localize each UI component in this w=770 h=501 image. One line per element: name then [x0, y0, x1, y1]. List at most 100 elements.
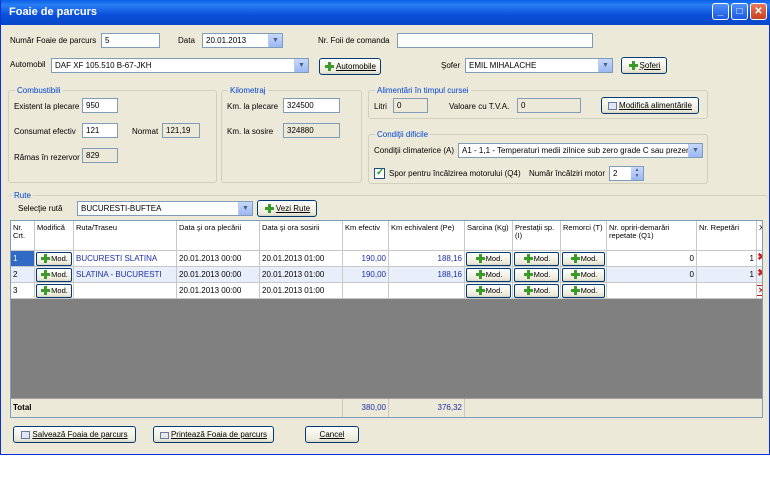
col-repetari[interactable]: Nr. Repetări	[697, 221, 757, 251]
col-opriri[interactable]: Nr. opriri-demarări repetate (Q1)	[607, 221, 697, 251]
cancel-button[interactable]: Cancel	[305, 426, 359, 443]
nr-comanda-label: Nr. Foii de comanda	[318, 36, 390, 45]
numar-incalziri-label: Număr încălziri motor	[529, 169, 606, 178]
consumat-input[interactable]: 121	[82, 123, 118, 138]
cell-prestatii: Mod.	[513, 251, 561, 267]
numar-incalziri-spinner[interactable]: 2 ▲ ▼	[609, 166, 644, 181]
table-row[interactable]: 3 Mod. 20.01.2013 00:00 20.01.2013 01:00…	[11, 283, 762, 299]
minimize-button[interactable]: _	[712, 3, 729, 20]
minimize-icon: _	[717, 6, 724, 17]
col-plecare[interactable]: Data şi ora plecării	[177, 221, 260, 251]
automobil-select[interactable]: DAF XF 105.510 B-67-JKH ▼	[51, 58, 309, 73]
automobile-button[interactable]: Automobile	[319, 58, 381, 75]
col-sarcina[interactable]: Sarcina (Kg)	[465, 221, 513, 251]
col-km-efectiv[interactable]: Km efectiv	[343, 221, 389, 251]
existent-input[interactable]: 950	[82, 98, 118, 113]
spor-checkbox[interactable]: ✓	[374, 167, 385, 179]
add-icon	[523, 253, 533, 263]
cell-sosire: 20.01.2013 01:00	[260, 283, 343, 299]
soferi-button[interactable]: Şoferi	[621, 57, 667, 74]
rute-grid[interactable]: Nr. Crt. Modifică Ruta/Traseu Data şi or…	[10, 220, 763, 418]
cell-delete: ✕	[757, 283, 762, 299]
modifica-alimentari-button[interactable]: Modifică alimentările	[601, 97, 699, 114]
checkmark-icon: ✓	[376, 167, 385, 178]
title-bar[interactable]: Foaie de parcurs _ □ ✕	[1, 0, 770, 25]
sarcina-mod-button[interactable]: Mod.	[466, 252, 511, 266]
delete-icon[interactable]: ✖	[757, 269, 762, 280]
cell-km-echivalent: 188,16	[389, 251, 465, 267]
modifica-row-button[interactable]: Mod.	[36, 252, 72, 266]
col-delete[interactable]: X	[757, 221, 762, 251]
chevron-down-icon[interactable]: ▼	[238, 202, 252, 215]
add-icon	[264, 203, 274, 213]
prestatii-mod-button[interactable]: Mod.	[514, 252, 559, 266]
chevron-down-icon[interactable]: ▼	[294, 59, 308, 72]
modifica-row-button[interactable]: Mod.	[36, 268, 72, 282]
selectie-ruta-select[interactable]: BUCURESTI-BUFTEA ▼	[77, 201, 253, 216]
printeaza-button[interactable]: Printează Foaia de parcurs	[153, 426, 274, 443]
sofer-label: Şofer	[441, 61, 461, 70]
litri-value: 0	[393, 98, 428, 113]
add-icon	[40, 269, 51, 279]
modifica-row-button[interactable]: Mod.	[36, 284, 72, 298]
sarcina-mod-button[interactable]: Mod.	[466, 284, 511, 298]
existent-label: Existent la plecare	[14, 102, 80, 111]
chevron-down-icon[interactable]: ▼	[688, 144, 702, 157]
spin-arrows-icon[interactable]: ▲ ▼	[631, 167, 643, 180]
cell-remorci: Mod.	[561, 267, 607, 283]
col-sosire[interactable]: Data şi ora sosirii	[260, 221, 343, 251]
add-icon	[523, 285, 533, 295]
add-icon	[570, 253, 580, 263]
close-button[interactable]: ✕	[750, 3, 767, 20]
climatice-value: A1 - 1,1 - Temperaturi medii zilnice sub…	[462, 146, 691, 155]
consumat-label: Consumat efectiv	[14, 127, 76, 136]
cell-plecare: 20.01.2013 00:00	[177, 267, 260, 283]
climatice-label: Condiţii climaterice (A)	[374, 146, 455, 155]
add-icon	[570, 285, 580, 295]
col-nr-crt[interactable]: Nr. Crt.	[11, 221, 35, 251]
chevron-down-icon[interactable]: ▼	[268, 34, 282, 47]
col-modifica[interactable]: Modifică	[35, 221, 74, 251]
sofer-select[interactable]: EMIL MIHALACHE ▼	[465, 58, 613, 73]
remorci-mod-button[interactable]: Mod.	[562, 268, 605, 282]
salveaza-button[interactable]: Salvează Foaia de parcurs	[13, 426, 136, 443]
table-row[interactable]: 2 Mod. SLATINA - BUCURESTI 20.01.2013 00…	[11, 267, 762, 283]
maximize-button[interactable]: □	[731, 3, 748, 20]
cell-nr: 1	[11, 251, 35, 267]
grid-total-row: Total 380,00 376,32	[11, 398, 762, 417]
add-icon	[40, 253, 51, 263]
selectie-ruta-label: Selecţie rută	[18, 204, 63, 213]
delete-icon[interactable]: ✖	[757, 253, 762, 264]
nr-comanda-input[interactable]	[397, 33, 593, 48]
col-prestatii[interactable]: Prestaţii sp. (I)	[513, 221, 561, 251]
litri-label: Litri	[374, 102, 387, 111]
cell-sosire: 20.01.2013 01:00	[260, 267, 343, 283]
add-icon	[523, 269, 533, 279]
cell-km-echivalent	[389, 283, 465, 299]
cell-plecare: 20.01.2013 00:00	[177, 251, 260, 267]
prestatii-mod-button[interactable]: Mod.	[514, 284, 559, 298]
data-picker[interactable]: 20.01.2013 ▼	[202, 33, 283, 48]
cell-sarcina: Mod.	[465, 267, 513, 283]
vezi-rute-button[interactable]: Vezi Rute	[257, 200, 317, 217]
col-ruta[interactable]: Ruta/Traseu	[74, 221, 177, 251]
prestatii-mod-button[interactable]: Mod.	[514, 268, 559, 282]
remorci-mod-button[interactable]: Mod.	[562, 252, 605, 266]
table-row[interactable]: 1 Mod. BUCURESTI SLATINA 20.01.2013 00:0…	[11, 251, 762, 267]
climatice-select[interactable]: A1 - 1,1 - Temperaturi medii zilnice sub…	[458, 143, 703, 158]
sarcina-mod-button[interactable]: Mod.	[466, 268, 511, 282]
col-remorci[interactable]: Remorci (T)	[561, 221, 607, 251]
cell-repetari: 1	[697, 251, 757, 267]
cell-nr: 3	[11, 283, 35, 299]
km-plecare-input[interactable]: 324500	[283, 98, 340, 113]
add-icon	[628, 60, 638, 70]
delete-icon[interactable]: ✕	[757, 285, 762, 296]
nr-foaie-input[interactable]: 5	[101, 33, 160, 48]
edit-icon	[608, 102, 618, 110]
remorci-mod-button[interactable]: Mod.	[562, 284, 605, 298]
cell-repetari	[697, 283, 757, 299]
cell-km-efectiv: 190,00	[343, 251, 389, 267]
col-km-echivalent[interactable]: Km echivalent (Pe)	[389, 221, 465, 251]
chevron-down-icon[interactable]: ▼	[598, 59, 612, 72]
spor-label: Spor pentru încălzirea motorului (Q4)	[389, 169, 521, 178]
